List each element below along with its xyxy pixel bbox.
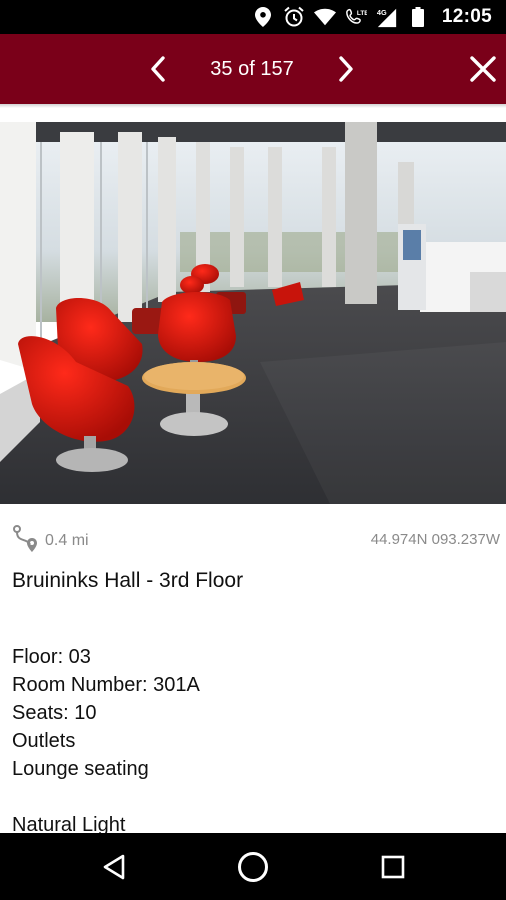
- svg-text:LTE: LTE: [357, 10, 367, 17]
- app-header: 35 of 157: [0, 34, 506, 104]
- battery-icon: [407, 6, 429, 28]
- detail-room-number: Room Number: 301A: [12, 674, 200, 696]
- svg-text:4G: 4G: [377, 8, 387, 17]
- close-button[interactable]: [458, 34, 506, 104]
- close-icon: [470, 56, 496, 82]
- recents-square-icon: [381, 855, 405, 878]
- route-distance-icon: [13, 525, 37, 552]
- status-bar: LTE 4G 12:05: [0, 0, 506, 34]
- photo-counter: 35 of 157: [210, 57, 294, 80]
- system-nav-bar: [0, 833, 506, 900]
- next-photo-button[interactable]: [321, 34, 371, 104]
- signal-4g-icon: 4G: [376, 6, 398, 28]
- back-button[interactable]: [84, 833, 144, 900]
- wifi-icon: [313, 6, 336, 28]
- coordinates: 44.974N 093.237W: [370, 531, 500, 548]
- detail-outlets: Outlets: [12, 730, 76, 752]
- distance-text: 0.4 mi: [45, 532, 89, 549]
- alarm-icon: [283, 6, 305, 28]
- home-button[interactable]: [223, 833, 283, 900]
- back-triangle-icon: [103, 854, 125, 879]
- header-shadow: [0, 104, 506, 108]
- recents-button[interactable]: [363, 833, 423, 900]
- detail-seats: Seats: 10: [12, 702, 97, 724]
- detail-spacer: [12, 783, 492, 811]
- lounge-photo[interactable]: [0, 122, 506, 504]
- detail-lounge-seating: Lounge seating: [12, 758, 149, 780]
- chevron-left-icon: [151, 56, 165, 82]
- home-circle-icon: [238, 851, 268, 882]
- location-details: Floor: 03 Room Number: 301A Seats: 10 Ou…: [12, 643, 492, 839]
- previous-photo-button[interactable]: [133, 34, 183, 104]
- clock-time: 12:05: [441, 6, 492, 27]
- detail-floor: Floor: 03: [12, 646, 91, 668]
- chevron-right-icon: [339, 56, 353, 82]
- volte-call-icon: LTE: [345, 6, 367, 28]
- location-title: Bruininks Hall - 3rd Floor: [12, 569, 244, 592]
- location-icon: [252, 6, 274, 28]
- distance-info: 0.4 mi: [12, 524, 212, 558]
